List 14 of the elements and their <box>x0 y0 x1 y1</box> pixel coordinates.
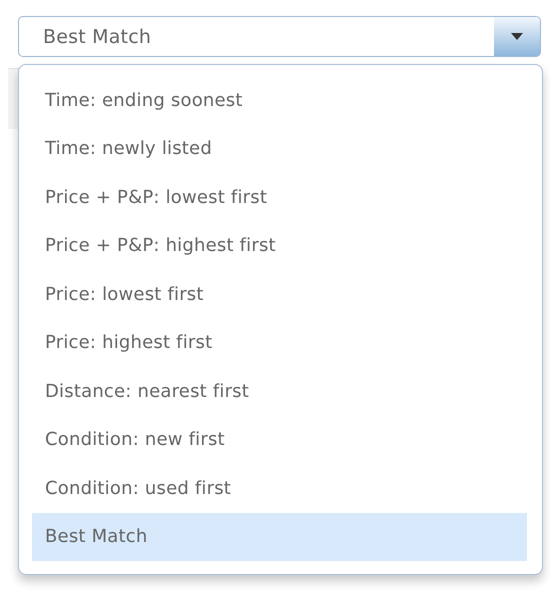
menu-option[interactable]: Price: highest first <box>32 318 527 367</box>
menu-option[interactable]: Price + P&P: highest first <box>32 222 527 270</box>
dropdown-button[interactable] <box>494 17 540 56</box>
select-value: Best Match <box>42 26 152 48</box>
menu-option[interactable]: Distance: nearest first <box>32 367 527 416</box>
menu-option[interactable]: Condition: new first <box>32 416 527 464</box>
menu-option[interactable]: Time: newly listed <box>32 124 527 173</box>
menu-option[interactable]: Condition: used first <box>32 464 527 512</box>
menu-option[interactable]: Price + P&P: lowest first <box>32 173 527 222</box>
caret-down-icon <box>511 33 523 40</box>
menu-option[interactable]: Price: lowest first <box>32 270 527 318</box>
menu-option[interactable]: Best Match <box>32 512 527 561</box>
menu-option[interactable]: Time: ending soonest <box>32 76 527 124</box>
sort-select[interactable]: Best Match <box>18 16 541 57</box>
